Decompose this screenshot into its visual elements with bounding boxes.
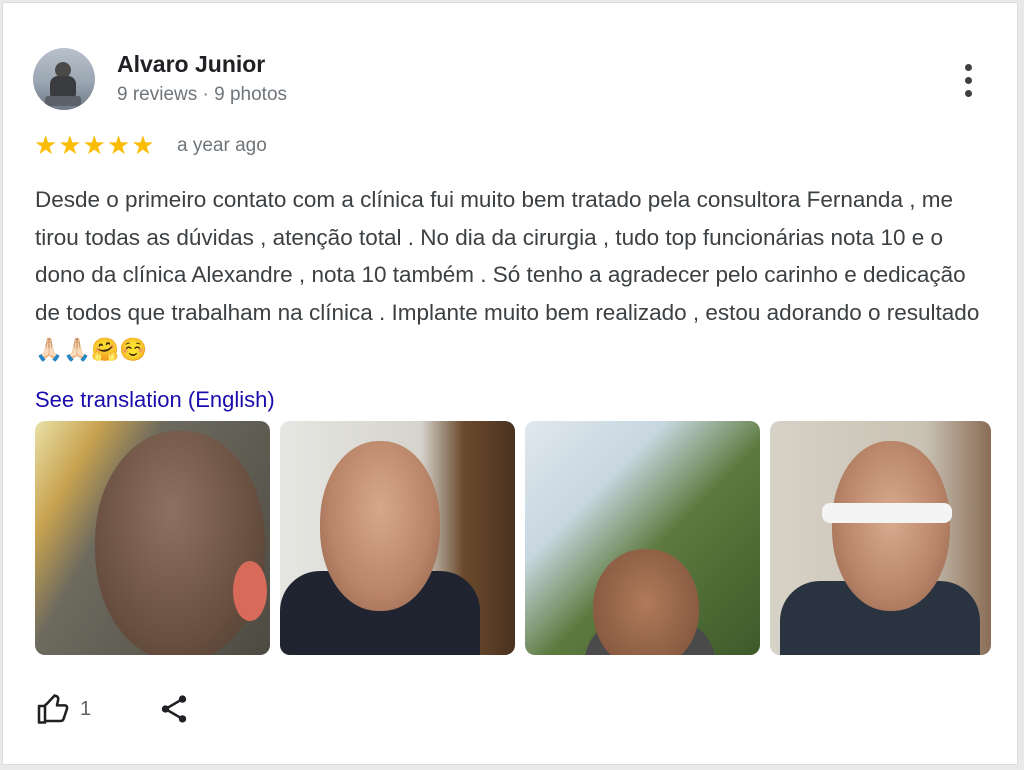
review-text: Desde o primeiro contato com a clínica f… bbox=[35, 187, 980, 362]
share-button[interactable] bbox=[157, 691, 191, 731]
see-translation-link[interactable]: See translation (English) bbox=[35, 387, 275, 413]
avatar[interactable] bbox=[33, 48, 95, 110]
reviewer-name[interactable]: Alvaro Junior bbox=[117, 51, 265, 78]
star-rating: ★★★★★ bbox=[34, 130, 156, 160]
review-photo-4[interactable] bbox=[770, 421, 991, 655]
review-photo-1[interactable] bbox=[35, 421, 270, 655]
photo-subject bbox=[95, 431, 265, 655]
thumbs-up-icon bbox=[37, 694, 69, 724]
avatar-figure-base bbox=[45, 96, 81, 106]
review-photo-3[interactable] bbox=[525, 421, 760, 655]
photo-subject bbox=[832, 441, 950, 611]
review-card: Alvaro Junior 9 reviews · 9 photos ★★★★★… bbox=[2, 2, 1018, 765]
review-photo-2[interactable] bbox=[280, 421, 515, 655]
photo-detail bbox=[822, 503, 952, 523]
like-count: 1 bbox=[80, 698, 92, 720]
reviewer-meta[interactable]: 9 reviews · 9 photos bbox=[117, 84, 287, 106]
photo-subject bbox=[320, 441, 440, 611]
more-vert-icon[interactable] bbox=[955, 61, 983, 101]
share-icon bbox=[161, 695, 187, 723]
like-button[interactable]: 1 bbox=[36, 691, 108, 731]
review-time: a year ago bbox=[177, 135, 267, 156]
photo-subject bbox=[593, 549, 699, 655]
avatar-figure-body bbox=[50, 76, 76, 98]
photo-detail bbox=[233, 561, 267, 621]
